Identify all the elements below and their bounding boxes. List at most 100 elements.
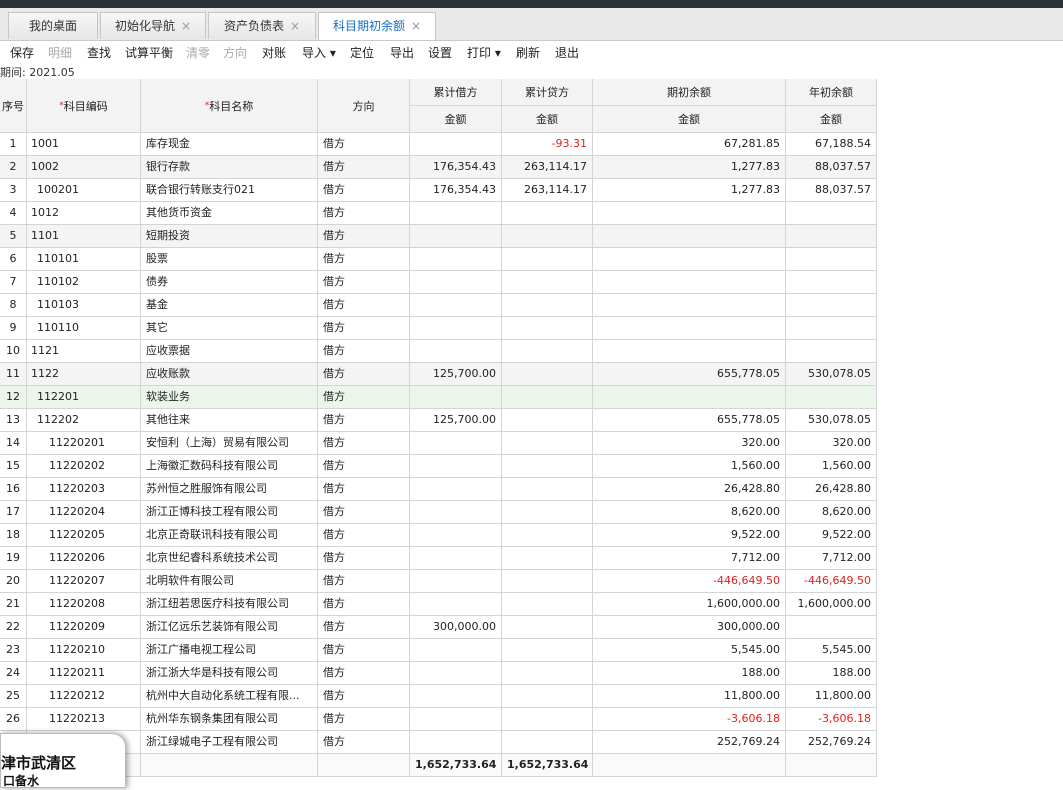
cell-name[interactable]: 浙江正博科技工程有限公司 <box>141 501 318 524</box>
cell-credit[interactable]: 263,114.17 <box>502 156 593 179</box>
cell-name[interactable]: 基金 <box>141 294 318 317</box>
cell-name[interactable]: 股票 <box>141 248 318 271</box>
cell-credit[interactable] <box>502 432 593 455</box>
cell-opening[interactable] <box>593 225 786 248</box>
cell-credit[interactable] <box>502 294 593 317</box>
cell-credit[interactable]: 263,114.17 <box>502 179 593 202</box>
toolbar-button-8[interactable]: 定位 <box>350 44 374 61</box>
cell-opening[interactable]: -446,649.50 <box>593 570 786 593</box>
cell-year[interactable]: 1,600,000.00 <box>786 593 877 616</box>
cell-dir[interactable]: 借方 <box>318 639 410 662</box>
cell-name[interactable]: 浙江绿城电子工程有限公司 <box>141 731 318 754</box>
cell-code[interactable]: 1002 <box>27 156 141 179</box>
cell-code[interactable]: 11220212 <box>27 685 141 708</box>
cell-debit[interactable] <box>410 271 502 294</box>
cell-credit[interactable] <box>502 363 593 386</box>
cell-year[interactable]: 252,769.24 <box>786 731 877 754</box>
toolbar-button-0[interactable]: 保存 <box>10 44 34 61</box>
cell-debit[interactable] <box>410 225 502 248</box>
cell-code[interactable]: 11220204 <box>27 501 141 524</box>
toolbar-button-3[interactable]: 试算平衡 <box>125 44 173 61</box>
cell-opening[interactable] <box>593 386 786 409</box>
cell-code[interactable]: 110102 <box>27 271 141 294</box>
cell-year[interactable]: 5,545.00 <box>786 639 877 662</box>
cell-credit[interactable] <box>502 593 593 616</box>
cell-opening[interactable]: 8,620.00 <box>593 501 786 524</box>
cell-name[interactable]: 短期投资 <box>141 225 318 248</box>
cell-debit[interactable] <box>410 455 502 478</box>
cell-year[interactable]: 67,188.54 <box>786 133 877 156</box>
cell-year[interactable] <box>786 202 877 225</box>
cell-credit[interactable] <box>502 731 593 754</box>
cell-opening[interactable]: 5,545.00 <box>593 639 786 662</box>
toolbar-button-12[interactable]: 刷新 <box>516 44 540 61</box>
cell-name[interactable]: 其他货币资金 <box>141 202 318 225</box>
cell-debit[interactable] <box>410 524 502 547</box>
tab-3[interactable]: 科目期初余额 × <box>318 12 436 40</box>
cell-opening[interactable]: 655,778.05 <box>593 409 786 432</box>
cell-opening[interactable]: 7,712.00 <box>593 547 786 570</box>
cell-dir[interactable]: 借方 <box>318 179 410 202</box>
cell-dir[interactable]: 借方 <box>318 570 410 593</box>
cell-year[interactable] <box>786 294 877 317</box>
cell-opening[interactable] <box>593 248 786 271</box>
cell-dir[interactable]: 借方 <box>318 271 410 294</box>
cell-year[interactable] <box>786 225 877 248</box>
cell-code[interactable]: 11220202 <box>27 455 141 478</box>
cell-opening[interactable]: 1,600,000.00 <box>593 593 786 616</box>
cell-name[interactable]: 苏州恒之胜服饰有限公司 <box>141 478 318 501</box>
cell-code[interactable]: 11220210 <box>27 639 141 662</box>
cell-code[interactable]: 112201 <box>27 386 141 409</box>
cell-year[interactable] <box>786 340 877 363</box>
cell-year[interactable]: 9,522.00 <box>786 524 877 547</box>
close-icon[interactable]: × <box>181 19 191 33</box>
cell-dir[interactable]: 借方 <box>318 156 410 179</box>
cell-dir[interactable]: 借方 <box>318 363 410 386</box>
cell-year[interactable]: 188.00 <box>786 662 877 685</box>
cell-debit[interactable] <box>410 593 502 616</box>
toolbar-button-10[interactable]: 设置 <box>428 44 452 61</box>
cell-debit[interactable] <box>410 708 502 731</box>
close-icon[interactable]: × <box>411 19 421 33</box>
cell-year[interactable]: 11,800.00 <box>786 685 877 708</box>
cell-opening[interactable]: 1,277.83 <box>593 156 786 179</box>
cell-credit[interactable] <box>502 662 593 685</box>
cell-debit[interactable] <box>410 731 502 754</box>
cell-dir[interactable]: 借方 <box>318 593 410 616</box>
cell-debit[interactable] <box>410 248 502 271</box>
cell-debit[interactable]: 176,354.43 <box>410 156 502 179</box>
cell-opening[interactable]: 9,522.00 <box>593 524 786 547</box>
cell-code[interactable]: 110103 <box>27 294 141 317</box>
toolbar-button-9[interactable]: 导出 <box>390 44 414 61</box>
toolbar-button-4[interactable]: 清零 <box>186 44 210 61</box>
cell-opening[interactable]: 1,277.83 <box>593 179 786 202</box>
cell-credit[interactable] <box>502 501 593 524</box>
cell-debit[interactable] <box>410 317 502 340</box>
cell-year[interactable] <box>786 248 877 271</box>
cell-opening[interactable]: 26,428.80 <box>593 478 786 501</box>
cell-opening[interactable]: -3,606.18 <box>593 708 786 731</box>
cell-year[interactable] <box>786 271 877 294</box>
cell-dir[interactable]: 借方 <box>318 432 410 455</box>
cell-name[interactable]: 浙江浙大华是科技有限公司 <box>141 662 318 685</box>
cell-credit[interactable] <box>502 708 593 731</box>
cell-name[interactable]: 杭州华东钢条集团有限公司 <box>141 708 318 731</box>
cell-code[interactable]: 11220201 <box>27 432 141 455</box>
cell-credit[interactable] <box>502 271 593 294</box>
cell-debit[interactable] <box>410 662 502 685</box>
cell-debit[interactable]: 125,700.00 <box>410 409 502 432</box>
cell-dir[interactable]: 借方 <box>318 708 410 731</box>
cell-credit[interactable] <box>502 340 593 363</box>
cell-debit[interactable]: 176,354.43 <box>410 179 502 202</box>
cell-code[interactable]: 1101 <box>27 225 141 248</box>
cell-code[interactable]: 1012 <box>27 202 141 225</box>
cell-name[interactable]: 上海徽汇数码科技有限公司 <box>141 455 318 478</box>
cell-debit[interactable] <box>410 478 502 501</box>
cell-credit[interactable] <box>502 455 593 478</box>
cell-code[interactable]: 11220209 <box>27 616 141 639</box>
cell-name[interactable]: 债券 <box>141 271 318 294</box>
toolbar-button-13[interactable]: 退出 <box>555 44 579 61</box>
cell-year[interactable]: 320.00 <box>786 432 877 455</box>
tab-0[interactable]: 我的桌面 <box>8 12 98 39</box>
cell-debit[interactable] <box>410 570 502 593</box>
